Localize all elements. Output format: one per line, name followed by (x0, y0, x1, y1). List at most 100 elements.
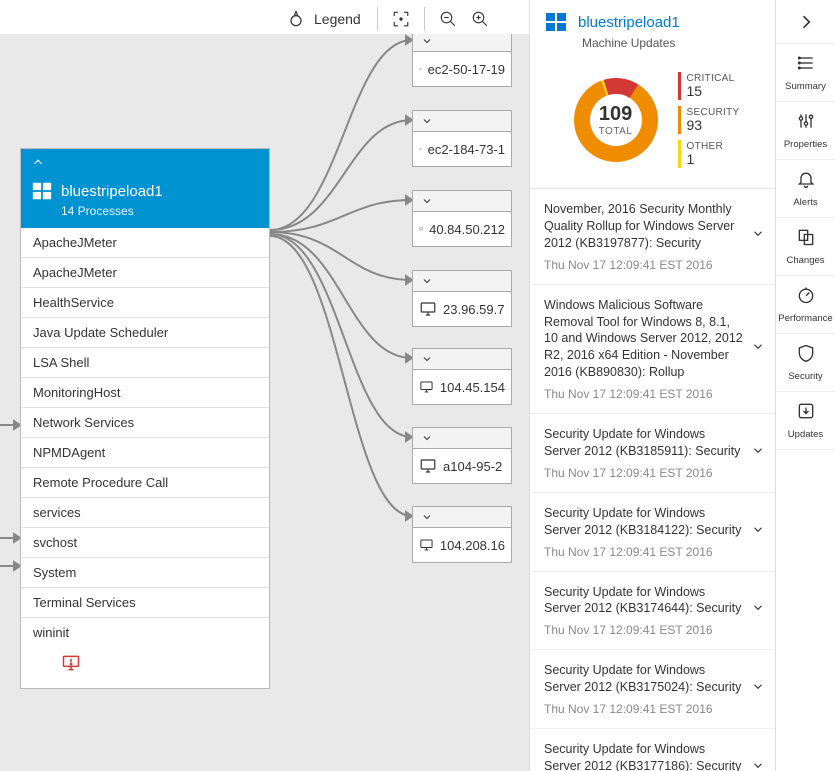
zoom-in-icon (471, 10, 489, 28)
process-item[interactable]: ApacheJMeter (21, 228, 269, 257)
strip-tab-summary[interactable]: Summary (776, 44, 835, 102)
update-item[interactable]: Security Update for Windows Server 2012 … (530, 414, 775, 493)
update-item[interactable]: November, 2016 Security Monthly Quality … (530, 189, 775, 285)
alerts-icon (796, 169, 816, 194)
strip-tab-label: Summary (785, 81, 826, 92)
zoom-out-button[interactable] (435, 6, 461, 32)
strip-tab-updates[interactable]: Updates (776, 392, 835, 450)
update-item[interactable]: Security Update for Windows Server 2012 … (530, 729, 775, 771)
process-item[interactable]: NPMDAgent (21, 437, 269, 467)
strip-tab-changes[interactable]: Changes (776, 218, 835, 276)
remote-node[interactable]: 104.45.154 (412, 369, 512, 405)
node-expand-toggle[interactable] (412, 427, 512, 449)
expand-chevron[interactable] (751, 601, 765, 620)
update-item[interactable]: Security Update for Windows Server 2012 … (530, 572, 775, 651)
expand-chevron[interactable] (751, 680, 765, 699)
remote-node[interactable]: ec2-50-17-19 (412, 51, 512, 87)
machine-card[interactable]: bluestripeload1 14 Processes ApacheJMete… (20, 148, 270, 689)
windows-icon (544, 10, 568, 34)
changes-icon (796, 227, 816, 252)
remote-node[interactable]: ec2-184-73-1 (412, 131, 512, 167)
process-item[interactable]: wininit (21, 617, 269, 647)
update-date: Thu Nov 17 12:09:41 EST 2016 (544, 258, 761, 272)
strip-tab-label: Alerts (793, 197, 817, 208)
node-expand-toggle[interactable] (412, 348, 512, 370)
update-date: Thu Nov 17 12:09:41 EST 2016 (544, 545, 761, 559)
machine-footer-icon[interactable] (21, 647, 269, 688)
remote-node[interactable]: a104-95-2 (412, 448, 512, 484)
remote-node-label: 104.45.154 (440, 380, 505, 395)
node-expand-toggle[interactable] (412, 190, 512, 212)
process-item[interactable]: LSA Shell (21, 347, 269, 377)
performance-icon (796, 285, 816, 310)
update-item[interactable]: Windows Malicious Software Removal Tool … (530, 285, 775, 414)
monitor-icon (419, 300, 437, 318)
update-title: Security Update for Windows Server 2012 … (544, 741, 761, 771)
update-title: Security Update for Windows Server 2012 … (544, 584, 761, 618)
strip-tab-alerts[interactable]: Alerts (776, 160, 835, 218)
process-item[interactable]: Java Update Scheduler (21, 317, 269, 347)
strip-tab-properties[interactable]: Properties (776, 102, 835, 160)
process-item[interactable]: svchost (21, 527, 269, 557)
update-date: Thu Nov 17 12:09:41 EST 2016 (544, 702, 761, 716)
update-item[interactable]: Security Update for Windows Server 2012 … (530, 493, 775, 572)
donut-center: 109 TOTAL (566, 70, 666, 170)
divider (424, 7, 425, 31)
expand-chevron[interactable] (751, 443, 765, 462)
zoom-in-button[interactable] (467, 6, 493, 32)
process-item[interactable]: ApacheJMeter (21, 257, 269, 287)
update-title: Security Update for Windows Server 2012 … (544, 662, 761, 696)
donut-legend-item: OTHER 1 (678, 140, 740, 168)
legend-button[interactable]: Legend (280, 7, 367, 31)
legend-color-bar (678, 106, 681, 134)
remote-node-label: ec2-50-17-19 (428, 62, 505, 77)
expand-chevron[interactable] (751, 339, 765, 358)
remote-node[interactable]: 23.96.59.7 (412, 291, 512, 327)
chevron-down-icon (421, 353, 433, 365)
panel-close-button[interactable] (776, 0, 835, 44)
machine-title: bluestripeload1 (61, 183, 163, 200)
process-item[interactable]: System (21, 557, 269, 587)
strip-tab-security[interactable]: Security (776, 334, 835, 392)
chevron-down-icon (751, 758, 765, 771)
process-item[interactable]: Remote Procedure Call (21, 467, 269, 497)
expand-chevron[interactable] (751, 758, 765, 771)
remote-node-label: ec2-184-73-1 (428, 142, 505, 157)
strip-tab-label: Security (788, 371, 822, 382)
updates-list[interactable]: November, 2016 Security Monthly Quality … (530, 189, 775, 771)
process-item[interactable]: MonitoringHost (21, 377, 269, 407)
node-expand-toggle[interactable] (412, 270, 512, 292)
chevron-down-icon (421, 35, 433, 47)
update-date: Thu Nov 17 12:09:41 EST 2016 (544, 466, 761, 480)
collapse-button[interactable] (31, 155, 45, 174)
process-item[interactable]: Terminal Services (21, 587, 269, 617)
monitor-icon (419, 378, 434, 396)
node-expand-toggle[interactable] (412, 110, 512, 132)
legend-value: 15 (687, 84, 735, 99)
remote-node[interactable]: 40.84.50.212 (412, 211, 512, 247)
donut-total-label: TOTAL (599, 126, 633, 137)
donut-legend: CRITICAL 15 SECURITY 93 OTHER 1 (678, 72, 740, 168)
legend-label: Legend (314, 11, 361, 27)
monitor-icon (419, 457, 437, 475)
node-expand-toggle[interactable] (412, 506, 512, 528)
process-item[interactable]: Network Services (21, 407, 269, 437)
detail-subtitle: Machine Updates (530, 36, 775, 54)
updates-donut: 109 TOTAL CRITICAL 15 SECURITY 93 OTHER … (530, 54, 775, 189)
remote-node[interactable]: 104.208.16 (412, 527, 512, 563)
legend-icon (286, 9, 306, 29)
donut-total: 109 (599, 103, 632, 126)
chevron-down-icon (751, 601, 765, 615)
fit-to-screen-button[interactable] (388, 6, 414, 32)
expand-chevron[interactable] (751, 522, 765, 541)
chevron-down-icon (751, 680, 765, 694)
update-item[interactable]: Security Update for Windows Server 2012 … (530, 650, 775, 729)
strip-tab-label: Properties (784, 139, 827, 150)
strip-tab-performance[interactable]: Performance (776, 276, 835, 334)
expand-chevron[interactable] (751, 227, 765, 246)
fit-icon (392, 10, 410, 28)
process-item[interactable]: HealthService (21, 287, 269, 317)
process-item[interactable]: services (21, 497, 269, 527)
machine-card-header[interactable]: bluestripeload1 14 Processes (21, 149, 269, 228)
chevron-right-icon (796, 12, 816, 32)
